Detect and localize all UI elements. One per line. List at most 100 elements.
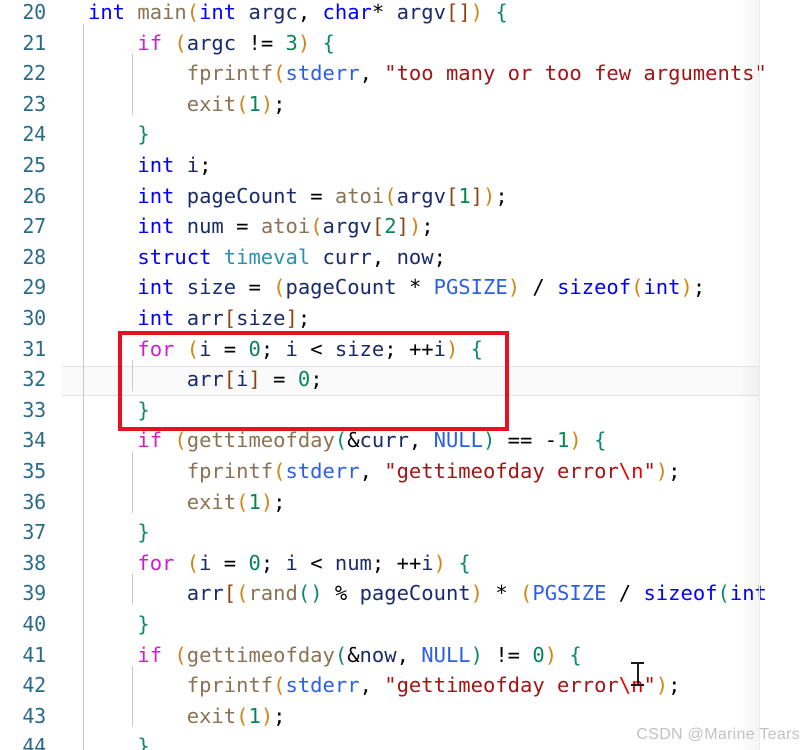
token-op (150, 459, 162, 483)
line-number[interactable]: 21 (0, 28, 46, 59)
token-kw: sizeof (643, 581, 718, 606)
code-line[interactable]: if (gettimeofday(&curr, NULL) == -1) { (88, 425, 606, 456)
token-op (150, 704, 162, 728)
line-number[interactable]: 24 (0, 119, 46, 150)
code-line[interactable]: fprintf(stderr, "too many or too few arg… (88, 58, 767, 89)
code-line[interactable]: arr[i] = 0; (88, 364, 323, 395)
line-number[interactable]: 29 (0, 272, 46, 303)
token-p0: ( (273, 673, 286, 698)
token-op (545, 275, 557, 299)
code-line[interactable]: arr[(rand() % pageCount) * (PGSIZE / siz… (88, 578, 767, 609)
token-ident: argc (186, 30, 237, 55)
token-p0: ) (260, 703, 274, 728)
code-line[interactable]: int i; (88, 150, 211, 181)
token-num: 1 (248, 703, 261, 728)
token-op (125, 275, 137, 299)
line-number[interactable]: 30 (0, 303, 46, 334)
token-p0: ( (186, 336, 200, 361)
token-p0: ( (236, 581, 249, 606)
token-num: 0 (248, 336, 261, 361)
token-br0: [ (371, 214, 385, 239)
line-number[interactable]: 38 (0, 548, 46, 579)
token-p1: ( (297, 581, 311, 606)
code-line[interactable]: fprintf(stderr, "gettimeofday error\n"); (88, 456, 681, 487)
code-line[interactable]: struct timeval curr, now; (88, 242, 446, 273)
token-op (174, 61, 186, 85)
line-number[interactable]: 44 (0, 731, 46, 750)
token-op: / (532, 275, 545, 300)
token-op (100, 428, 112, 452)
code-line[interactable]: for (i = 0; i < size; ++i) { (88, 334, 483, 365)
code-line[interactable]: int pageCount = atoi(argv[1]); (88, 181, 507, 212)
line-number[interactable]: 28 (0, 242, 46, 273)
code-line[interactable]: if (argc != 3) { (88, 28, 335, 59)
token-op (125, 673, 137, 697)
line-number[interactable]: 35 (0, 456, 46, 487)
code-line[interactable]: exit(1); (88, 89, 286, 120)
line-number[interactable]: 27 (0, 211, 46, 242)
token-p0: ) (470, 0, 483, 24)
code-content[interactable]: int main(int argc, char* argv[]) { if (a… (88, 0, 809, 750)
line-number[interactable]: 37 (0, 517, 46, 548)
token-op (125, 643, 137, 667)
token-op: ; (260, 336, 274, 361)
code-line[interactable]: } (88, 119, 149, 150)
code-line[interactable]: exit(1); (88, 701, 286, 732)
line-number[interactable]: 23 (0, 89, 46, 120)
line-number[interactable]: 40 (0, 609, 46, 640)
line-number[interactable]: 22 (0, 58, 46, 89)
token-op (261, 367, 273, 391)
code-line[interactable]: int num = atoi(argv[2]); (88, 211, 433, 242)
code-line[interactable]: if (gettimeofday(&now, NULL) != 0) { (88, 640, 581, 671)
code-line[interactable]: fprintf(stderr, "gettimeofday error\n"); (88, 670, 681, 701)
token-op: = (223, 550, 237, 575)
line-number[interactable]: 26 (0, 181, 46, 212)
token-op (397, 275, 409, 299)
line-number[interactable]: 36 (0, 487, 46, 518)
token-op (483, 581, 495, 605)
token-op: ; (371, 550, 385, 575)
line-number[interactable]: 43 (0, 701, 46, 732)
token-kw: sizeof (557, 275, 632, 300)
token-op (88, 704, 100, 728)
token-ident: i (199, 550, 212, 575)
line-number[interactable]: 33 (0, 395, 46, 426)
token-op (113, 245, 125, 269)
line-number[interactable]: 31 (0, 334, 46, 365)
token-op (174, 490, 186, 514)
token-p0: ( (186, 550, 200, 575)
code-line[interactable]: int size = (pageCount * PGSIZE) / sizeof… (88, 272, 705, 303)
token-p0: ) (544, 642, 558, 667)
token-p0: ( (174, 642, 187, 667)
line-number[interactable]: 42 (0, 670, 46, 701)
token-op: ! (495, 642, 508, 667)
token-op (100, 214, 112, 238)
token-ident: num (334, 550, 372, 575)
token-op (273, 31, 285, 55)
token-fn: exit (186, 91, 237, 116)
code-line[interactable]: } (88, 395, 149, 426)
token-op (174, 153, 186, 177)
line-number[interactable]: 32 (0, 364, 46, 395)
line-number[interactable]: 20 (0, 0, 46, 28)
code-line[interactable]: } (88, 731, 149, 750)
line-number[interactable]: 34 (0, 425, 46, 456)
token-op (113, 184, 125, 208)
token-op (150, 673, 162, 697)
token-op (347, 581, 359, 605)
code-line[interactable]: for (i = 0; i < num; ++i) { (88, 548, 470, 579)
code-line[interactable]: exit(1); (88, 487, 286, 518)
line-number[interactable]: 39 (0, 578, 46, 609)
code-line[interactable]: int arr[size]; (88, 303, 310, 334)
line-number[interactable]: 25 (0, 150, 46, 181)
token-op (125, 581, 137, 605)
token-op: , (297, 0, 311, 24)
line-number[interactable]: 41 (0, 640, 46, 671)
code-line[interactable]: } (88, 609, 149, 640)
token-br0: ] (470, 183, 483, 208)
line-number-gutter[interactable]: 20 21 22 23 24 25 26 27 28 29 30 31 32 33 34 35 36 37 38 39… (0, 0, 62, 750)
code-editor[interactable]: 20 21 22 23 24 25 26 27 28 29 30 31 32 33 34 35 36 37 38 39… (0, 0, 809, 750)
code-line[interactable]: int main(int argc, char* argv[]) { (88, 0, 508, 28)
code-line[interactable]: } (88, 517, 149, 548)
token-str: gettimeofday error (396, 459, 619, 483)
